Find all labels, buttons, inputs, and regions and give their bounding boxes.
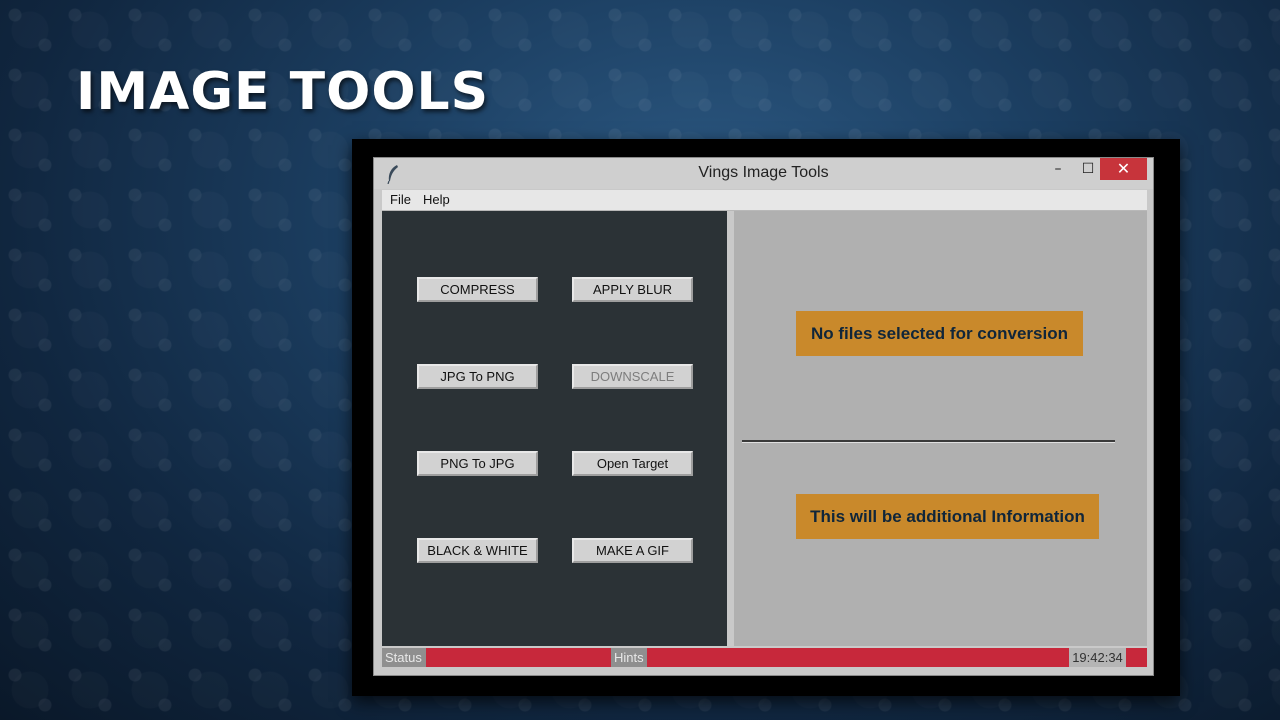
make-gif-button[interactable]: MAKE A GIF xyxy=(572,538,693,563)
png-to-jpg-button[interactable]: PNG To JPG xyxy=(417,451,538,476)
open-target-button[interactable]: Open Target xyxy=(572,451,693,476)
menu-help[interactable]: Help xyxy=(423,192,450,207)
hints-label: Hints xyxy=(611,648,647,667)
divider xyxy=(742,440,1115,443)
tools-panel: COMPRESS APPLY BLUR JPG To PNG DOWNSCALE… xyxy=(382,211,727,646)
window-title: Vings Image Tools xyxy=(698,164,829,181)
menu-bar: File Help xyxy=(382,190,1147,211)
downscale-button[interactable]: DOWNSCALE xyxy=(572,364,693,389)
compress-button[interactable]: COMPRESS xyxy=(417,277,538,302)
conversion-status-label: No files selected for conversion xyxy=(796,311,1083,356)
maximize-button[interactable]: ☐ xyxy=(1074,158,1102,180)
additional-info-label: This will be additional Information xyxy=(796,494,1099,539)
black-white-button[interactable]: BLACK & WHITE xyxy=(417,538,538,563)
title-bar[interactable]: Vings Image Tools – ☐ ✕ xyxy=(374,158,1153,189)
menu-file[interactable]: File xyxy=(390,192,411,207)
app-window: Vings Image Tools – ☐ ✕ File Help COMPRE… xyxy=(373,157,1154,676)
close-button[interactable]: ✕ xyxy=(1100,158,1147,180)
status-label: Status xyxy=(382,648,426,667)
status-bar: Status Hints 19:42:34 xyxy=(382,648,1147,667)
slide-title: IMAGE TOOLS xyxy=(76,62,490,122)
apply-blur-button[interactable]: APPLY BLUR xyxy=(572,277,693,302)
minimize-button[interactable]: – xyxy=(1044,158,1072,180)
info-panel: No files selected for conversion This wi… xyxy=(734,211,1147,646)
jpg-to-png-button[interactable]: JPG To PNG xyxy=(417,364,538,389)
clock-display: 19:42:34 xyxy=(1069,648,1126,667)
